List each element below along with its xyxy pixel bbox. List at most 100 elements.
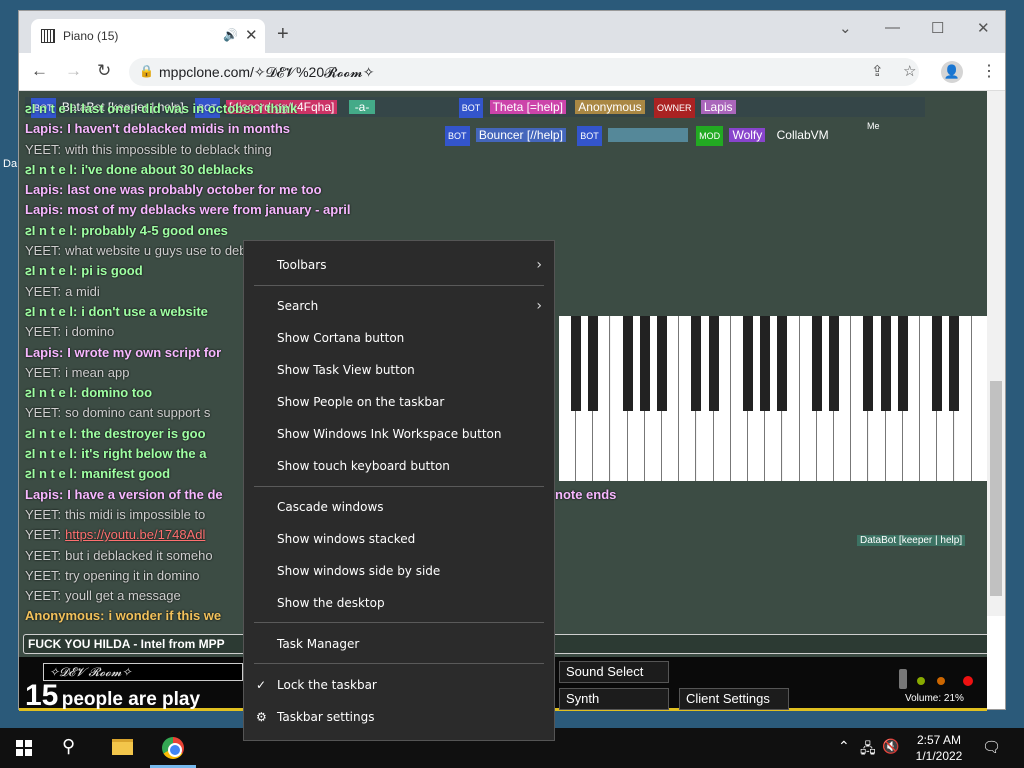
close-window-button[interactable]: ✕ (977, 19, 990, 37)
black-key[interactable] (932, 316, 943, 411)
chat-author[interactable]: ꙅI n t e l: (25, 101, 77, 116)
chevron-up-icon[interactable]: ⌃ (838, 738, 850, 755)
chat-author[interactable]: YEET: (25, 284, 61, 299)
chat-text: last one was probably october for me too (67, 182, 322, 198)
profile-avatar[interactable]: 👤 (941, 61, 963, 83)
black-key[interactable] (657, 316, 667, 411)
page-scrollbar[interactable] (987, 91, 1005, 616)
menu-item-show-cortana-button[interactable]: Show Cortana button (244, 324, 554, 352)
chat-text: i mean app (65, 364, 130, 380)
start-windows-icon[interactable] (16, 740, 32, 756)
tab-search-icon[interactable]: ⌄ (839, 19, 852, 37)
address-bar[interactable]: 🔒 mppclone.com/✧𝓓𝓔𝓥%20𝓡𝓸𝓸𝓶✧ ⇪ ☆ (129, 58, 919, 86)
chat-author[interactable]: YEET: (25, 507, 61, 522)
chat-link[interactable]: https://youtu.be/1748Adl (65, 527, 205, 542)
black-key[interactable] (760, 316, 771, 411)
chat-author[interactable]: ꙅI n t e l: (25, 385, 77, 400)
speaker-icon[interactable]: 🔊 (223, 28, 238, 42)
menu-item-label: Show windows side by side (277, 564, 441, 578)
black-key[interactable] (708, 316, 719, 411)
menu-item-label: Show touch keyboard button (277, 459, 450, 473)
chat-author[interactable]: Anonymous: (25, 608, 104, 623)
network-icon[interactable]: 🖧 (860, 738, 876, 762)
chat-text: the destroyer is goo (81, 425, 206, 441)
menu-item-taskbar-settings[interactable]: Taskbar settings ⚙ (244, 703, 554, 731)
chat-author[interactable]: YEET: (25, 365, 61, 380)
menu-item-toolbars[interactable]: Toolbars › (244, 251, 554, 279)
black-key[interactable] (880, 316, 891, 411)
chat-author[interactable]: ꙅI n t e l: (25, 304, 77, 319)
black-key[interactable] (811, 316, 822, 411)
menu-item-show-people-on-the-taskbar[interactable]: Show People on the taskbar (244, 388, 554, 416)
chat-author[interactable]: YEET: (25, 527, 61, 542)
volume-muted-icon[interactable]: 🔇 (882, 738, 899, 755)
menu-item-show-task-view-button[interactable]: Show Task View button (244, 356, 554, 384)
user-wolfy[interactable]: Wolfy (729, 128, 766, 142)
scrollbar-thumb[interactable] (990, 381, 1002, 596)
black-key[interactable] (949, 316, 960, 411)
menu-item-show-windows-stacked[interactable]: Show windows stacked (244, 525, 554, 553)
black-key[interactable] (897, 316, 908, 411)
sound-select-button[interactable]: Sound Select (559, 661, 669, 683)
minimize-button[interactable]: — (885, 19, 900, 36)
share-icon[interactable]: ⇪ (871, 62, 884, 80)
black-key[interactable] (863, 316, 874, 411)
user-databot-cursor[interactable]: DataBot [keeper | help] (857, 535, 966, 546)
file-explorer-icon[interactable] (112, 739, 133, 755)
chat-author[interactable]: Lapis: (25, 121, 63, 136)
chat-author[interactable]: ꙅI n t e l: (25, 162, 77, 177)
search-icon[interactable]: ⚲ (62, 736, 75, 757)
chat-author[interactable]: YEET: (25, 142, 61, 157)
chat-author[interactable]: ꙅI n t e l: (25, 446, 77, 461)
chat-author[interactable]: ꙅI n t e l: (25, 466, 77, 481)
volume-knob-icon[interactable] (899, 669, 907, 689)
chat-author[interactable]: Lapis: (25, 345, 63, 360)
client-settings-button[interactable]: Client Settings (679, 688, 789, 710)
menu-item-show-windows-ink-workspace-button[interactable]: Show Windows Ink Workspace button (244, 420, 554, 448)
black-key[interactable] (777, 316, 788, 411)
new-tab-button[interactable]: + (277, 23, 289, 46)
menu-kebab-icon[interactable]: ⋮ (981, 61, 997, 81)
chat-author[interactable]: ꙅI n t e l: (25, 263, 77, 278)
menu-item-label: Show People on the taskbar (277, 395, 445, 409)
maximize-button[interactable]: ☐ (931, 19, 944, 37)
user-collabvm[interactable]: CollabVM (777, 128, 829, 142)
menu-item-search[interactable]: Search › (244, 292, 554, 320)
chat-author[interactable]: YEET: (25, 405, 61, 420)
forward-button[interactable]: → (65, 61, 82, 81)
black-key[interactable] (829, 316, 839, 411)
chrome-icon[interactable] (162, 737, 184, 759)
bookmark-star-icon[interactable]: ☆ (903, 62, 916, 80)
menu-item-show-touch-keyboard-button[interactable]: Show touch keyboard button (244, 452, 554, 480)
lock-icon[interactable]: 🔒 (139, 64, 154, 78)
user-lapis[interactable]: Lapis (700, 100, 736, 114)
desktop-icon-label[interactable]: Da (3, 158, 17, 170)
back-button[interactable]: ← (31, 61, 48, 81)
chat-author[interactable]: YEET: (25, 548, 61, 563)
chat-author[interactable]: YEET: (25, 243, 61, 258)
chat-author[interactable]: YEET: (25, 324, 61, 339)
chat-text: I haven't deblacked midis in months (67, 121, 290, 137)
chat-author[interactable]: ꙅI n t e l: (25, 426, 77, 441)
taskbar-clock[interactable]: 2:57 AM 1/1/2022 (905, 732, 973, 764)
tab-piano[interactable]: Piano (15) 🔊 ✕ (31, 19, 265, 53)
white-key[interactable] (971, 316, 987, 481)
menu-item-lock-the-taskbar[interactable]: Lock the taskbar ✓ (244, 671, 554, 699)
chat-author[interactable]: Lapis: (25, 182, 63, 197)
chat-author[interactable]: YEET: (25, 588, 61, 603)
reload-button[interactable]: ↻ (97, 61, 111, 81)
chat-author[interactable]: Lapis: (25, 202, 63, 217)
synth-button[interactable]: Synth (559, 688, 669, 710)
menu-item-show-windows-side-by-side[interactable]: Show windows side by side (244, 557, 554, 585)
menu-item-show-the-desktop[interactable]: Show the desktop (244, 589, 554, 617)
black-key[interactable] (639, 316, 650, 411)
chat-author[interactable]: ꙅI n t e l: (25, 223, 77, 238)
menu-item-task-manager[interactable]: Task Manager (244, 630, 554, 658)
black-key[interactable] (691, 316, 702, 411)
chat-author[interactable]: YEET: (25, 568, 61, 583)
notification-icon[interactable]: 🗨 (982, 738, 1001, 756)
close-tab-icon[interactable]: ✕ (245, 26, 258, 44)
menu-item-cascade-windows[interactable]: Cascade windows (244, 493, 554, 521)
black-key[interactable] (743, 316, 753, 411)
chat-author[interactable]: Lapis: (25, 487, 63, 502)
